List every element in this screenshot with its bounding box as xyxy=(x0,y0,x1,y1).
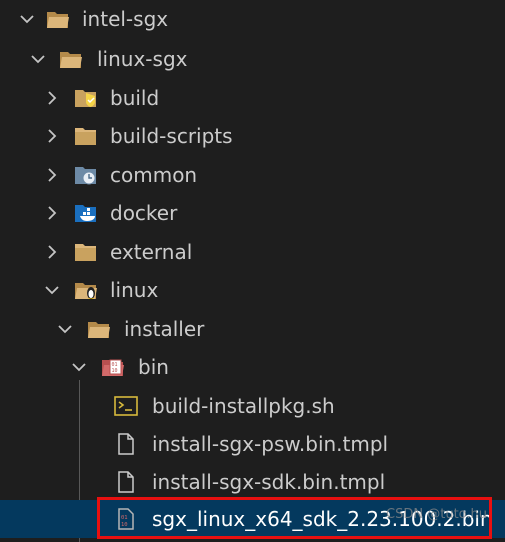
tree-item-docker[interactable]: docker xyxy=(0,194,505,232)
tree-item-label: linux xyxy=(110,278,159,302)
tree-item-label: docker xyxy=(110,201,178,225)
tree-item-install-sgx-psw[interactable]: install-sgx-psw.bin.tmpl xyxy=(0,425,505,463)
folder-bin-icon: 01 10 xyxy=(101,356,125,378)
folder-docker-icon xyxy=(74,202,98,224)
svg-text:10: 10 xyxy=(121,522,128,528)
folder-open-icon xyxy=(46,8,70,30)
tree-item-external[interactable]: external xyxy=(0,233,505,271)
folder-build-icon xyxy=(74,87,98,109)
folder-open-icon xyxy=(59,48,83,70)
svg-text:01: 01 xyxy=(121,515,128,521)
tree-item-build-scripts[interactable]: build-scripts xyxy=(0,117,505,155)
shell-script-icon xyxy=(114,395,138,417)
chevron-down-icon[interactable] xyxy=(20,12,34,26)
tree-item-label: intel-sgx xyxy=(82,7,169,31)
file-explorer: intel-sgx linux-sgx build build-scripts xyxy=(0,0,505,542)
watermark: CSDN @tuto.hu xyxy=(386,507,487,522)
tree-item-label: external xyxy=(110,240,193,264)
binary-file-icon: 01 10 xyxy=(114,508,138,530)
tree-item-build[interactable]: build xyxy=(0,79,505,117)
chevron-down-icon[interactable] xyxy=(31,52,45,66)
tree-item-label: install-sgx-psw.bin.tmpl xyxy=(152,432,389,456)
tree-item-installer[interactable]: installer xyxy=(0,310,505,348)
chevron-right-icon[interactable] xyxy=(45,91,59,105)
tree-item-label: installer xyxy=(124,317,205,341)
file-icon xyxy=(114,471,138,493)
folder-linux-icon xyxy=(74,279,98,301)
tree-item-intel-sgx[interactable]: intel-sgx xyxy=(0,0,505,38)
chevron-right-icon[interactable] xyxy=(45,168,59,182)
tree-item-label: linux-sgx xyxy=(97,47,188,71)
chevron-down-icon[interactable] xyxy=(72,360,86,374)
chevron-down-icon[interactable] xyxy=(58,322,72,336)
chevron-right-icon[interactable] xyxy=(45,129,59,143)
folder-open-icon xyxy=(87,318,111,340)
folder-icon xyxy=(74,241,98,263)
tree-item-install-sgx-sdk[interactable]: install-sgx-sdk.bin.tmpl xyxy=(0,463,505,501)
chevron-right-icon[interactable] xyxy=(45,206,59,220)
tree-item-label: common xyxy=(110,163,198,187)
tree-item-label: build-scripts xyxy=(110,124,233,148)
file-icon xyxy=(114,433,138,455)
tree-item-label: build xyxy=(110,86,160,110)
svg-text:10: 10 xyxy=(112,368,118,374)
tree-item-label: install-sgx-sdk.bin.tmpl xyxy=(152,470,386,494)
tree-item-common[interactable]: common xyxy=(0,156,505,194)
tree-item-label: build-installpkg.sh xyxy=(152,394,335,418)
folder-common-icon xyxy=(74,164,98,186)
chevron-down-icon[interactable] xyxy=(45,283,59,297)
tree-item-build-installpkg[interactable]: build-installpkg.sh xyxy=(0,387,505,425)
tree-item-linux-sgx[interactable]: linux-sgx xyxy=(0,40,505,78)
folder-icon xyxy=(74,125,98,147)
tree-item-bin[interactable]: 01 10 bin xyxy=(0,348,505,386)
tree-item-label: bin xyxy=(138,355,169,379)
chevron-right-icon[interactable] xyxy=(45,245,59,259)
tree-item-linux[interactable]: linux xyxy=(0,271,505,309)
